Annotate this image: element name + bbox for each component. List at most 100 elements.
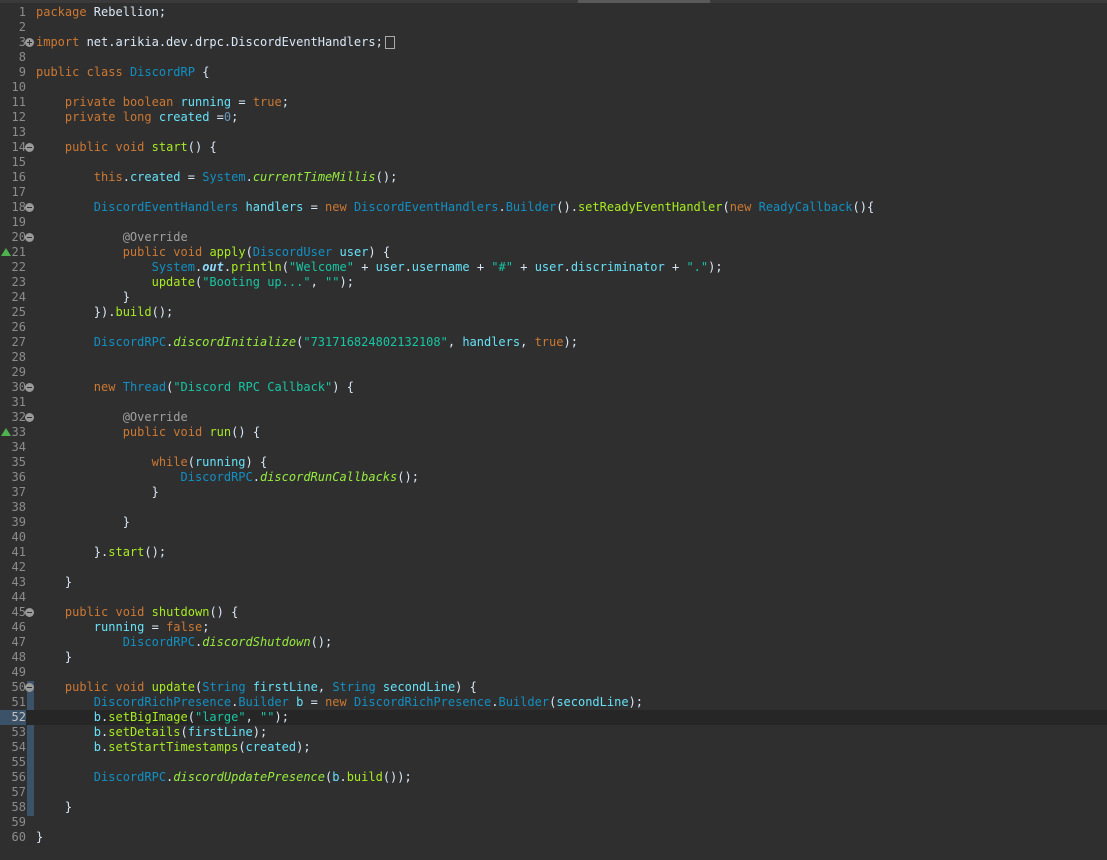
line-number: 10 bbox=[11, 80, 26, 94]
code-line-22[interactable]: 22 System.out.println("Welcome" + user.u… bbox=[0, 260, 1107, 275]
collapse-fold-icon[interactable] bbox=[25, 413, 34, 422]
code-line-9[interactable]: 9 public class DiscordRP { bbox=[0, 65, 1107, 80]
code-line-38[interactable]: 38 bbox=[0, 500, 1107, 515]
code-line-18[interactable]: 18 DiscordEventHandlers handlers = new D… bbox=[0, 200, 1107, 215]
code-text: DiscordRPC.discordShutdown(); bbox=[122, 635, 333, 649]
collapse-fold-icon[interactable] bbox=[25, 683, 34, 692]
line-number: 28 bbox=[11, 350, 26, 364]
collapse-fold-icon[interactable] bbox=[25, 203, 34, 212]
code-line-15[interactable]: 15 bbox=[0, 155, 1107, 170]
line-number: 11 bbox=[11, 95, 26, 109]
code-line-41[interactable]: 41 }.start(); bbox=[0, 545, 1107, 560]
code-line-29[interactable]: 29 bbox=[0, 365, 1107, 380]
line-number: 12 bbox=[11, 110, 26, 124]
line-number: 25 bbox=[11, 305, 26, 319]
code-line-28[interactable]: 28 bbox=[0, 350, 1107, 365]
code-line-39[interactable]: 39 } bbox=[0, 515, 1107, 530]
line-number: 46 bbox=[11, 620, 26, 634]
line-number: 22 bbox=[11, 260, 26, 274]
code-text: package Rebellion; bbox=[36, 5, 167, 19]
code-line-59[interactable]: 59 bbox=[0, 815, 1107, 830]
code-line-60[interactable]: 60} bbox=[0, 830, 1107, 845]
line-number: 9 bbox=[18, 65, 26, 79]
code-line-35[interactable]: 35 while(running) { bbox=[0, 455, 1107, 470]
code-text: } bbox=[36, 830, 44, 844]
line-number: 39 bbox=[11, 515, 26, 529]
code-line-2[interactable]: 2 bbox=[0, 20, 1107, 35]
code-line-26[interactable]: 26 bbox=[0, 320, 1107, 335]
code-line-58[interactable]: 58 } bbox=[0, 800, 1107, 815]
code-text: b.setDetails(firstLine); bbox=[93, 725, 268, 739]
line-number: 31 bbox=[11, 395, 26, 409]
collapse-fold-icon[interactable] bbox=[25, 608, 34, 617]
code-line-55[interactable]: 55 bbox=[0, 755, 1107, 770]
override-marker-icon[interactable] bbox=[1, 428, 11, 436]
code-line-37[interactable]: 37 } bbox=[0, 485, 1107, 500]
line-number: 54 bbox=[11, 740, 26, 754]
code-line-23[interactable]: 23 update("Booting up...", ""); bbox=[0, 275, 1107, 290]
collapse-fold-icon[interactable] bbox=[25, 233, 34, 242]
expand-fold-icon[interactable] bbox=[25, 38, 34, 47]
code-line-11[interactable]: 11 private boolean running = true; bbox=[0, 95, 1107, 110]
code-line-49[interactable]: 49 bbox=[0, 665, 1107, 680]
code-text: @Override bbox=[122, 230, 188, 244]
line-number: 23 bbox=[11, 275, 26, 289]
code-line-53[interactable]: 53 b.setDetails(firstLine); bbox=[0, 725, 1107, 740]
line-number: 48 bbox=[11, 650, 26, 664]
code-line-3[interactable]: 3 import net.arikia.dev.drpc.DiscordEvent… bbox=[0, 35, 1107, 50]
code-editor[interactable]: 1 package Rebellion; 2 3 import net.arikia.d… bbox=[0, 0, 1107, 860]
line-number: 56 bbox=[11, 770, 26, 784]
code-line-33[interactable]: 33 public void run() { bbox=[0, 425, 1107, 440]
code-line-17[interactable]: 17 bbox=[0, 185, 1107, 200]
code-line-57[interactable]: 57 bbox=[0, 785, 1107, 800]
editor-tab-indicator[interactable] bbox=[578, 0, 710, 3]
code-line-50[interactable]: 50 public void update(String firstLine, … bbox=[0, 680, 1107, 695]
code-line-27[interactable]: 27 DiscordRPC.discordInitialize("7317168… bbox=[0, 335, 1107, 350]
code-line-21[interactable]: 21 public void apply(DiscordUser user) { bbox=[0, 245, 1107, 260]
code-line-51[interactable]: 51 DiscordRichPresence.Builder b = new D… bbox=[0, 695, 1107, 710]
code-line-54[interactable]: 54 b.setStartTimestamps(created); bbox=[0, 740, 1107, 755]
collapse-fold-icon[interactable] bbox=[25, 143, 34, 152]
code-text: }).build(); bbox=[93, 305, 174, 319]
code-text: } bbox=[64, 575, 73, 589]
code-line-32[interactable]: 32 @Override bbox=[0, 410, 1107, 425]
code-line-20[interactable]: 20 @Override bbox=[0, 230, 1107, 245]
line-number: 16 bbox=[11, 170, 26, 184]
code-line-25[interactable]: 25 }).build(); bbox=[0, 305, 1107, 320]
code-line-10[interactable]: 10 bbox=[0, 80, 1107, 95]
line-number: 47 bbox=[11, 635, 26, 649]
code-text: public class DiscordRP { bbox=[36, 65, 210, 79]
code-line-12[interactable]: 12 private long created =0; bbox=[0, 110, 1107, 125]
line-number: 44 bbox=[11, 590, 26, 604]
code-line-44[interactable]: 44 bbox=[0, 590, 1107, 605]
code-text: b.setStartTimestamps(created); bbox=[93, 740, 311, 754]
code-line-34[interactable]: 34 bbox=[0, 440, 1107, 455]
collapsed-imports-icon[interactable] bbox=[384, 36, 395, 49]
code-line-46[interactable]: 46 running = false; bbox=[0, 620, 1107, 635]
code-line-52[interactable]: 52 b.setBigImage("large", ""); bbox=[0, 710, 1107, 725]
code-line-36[interactable]: 36 DiscordRPC.discordRunCallbacks(); bbox=[0, 470, 1107, 485]
line-number: 57 bbox=[11, 785, 26, 799]
line-number: 20 bbox=[11, 230, 26, 244]
code-line-31[interactable]: 31 bbox=[0, 395, 1107, 410]
code-line-13[interactable]: 13 bbox=[0, 125, 1107, 140]
code-line-45[interactable]: 45 public void shutdown() { bbox=[0, 605, 1107, 620]
code-line-42[interactable]: 42 bbox=[0, 560, 1107, 575]
code-line-8[interactable]: 8 bbox=[0, 50, 1107, 65]
code-line-47[interactable]: 47 DiscordRPC.discordShutdown(); bbox=[0, 635, 1107, 650]
code-line-40[interactable]: 40 bbox=[0, 530, 1107, 545]
code-line-19[interactable]: 19 bbox=[0, 215, 1107, 230]
code-line-48[interactable]: 48 } bbox=[0, 650, 1107, 665]
code-line-14[interactable]: 14 public void start() { bbox=[0, 140, 1107, 155]
collapse-fold-icon[interactable] bbox=[25, 383, 34, 392]
code-line-30[interactable]: 30 new Thread("Discord RPC Callback") { bbox=[0, 380, 1107, 395]
code-line-16[interactable]: 16 this.created = System.currentTimeMill… bbox=[0, 170, 1107, 185]
code-line-56[interactable]: 56 DiscordRPC.discordUpdatePresence(b.bu… bbox=[0, 770, 1107, 785]
code-text: DiscordRPC.discordUpdatePresence(b.build… bbox=[93, 770, 412, 784]
code-line-24[interactable]: 24 } bbox=[0, 290, 1107, 305]
line-number: 24 bbox=[11, 290, 26, 304]
editor-tab-strip bbox=[0, 0, 1107, 3]
code-line-43[interactable]: 43 } bbox=[0, 575, 1107, 590]
override-marker-icon[interactable] bbox=[1, 248, 11, 256]
code-line-1[interactable]: 1 package Rebellion; bbox=[0, 5, 1107, 20]
